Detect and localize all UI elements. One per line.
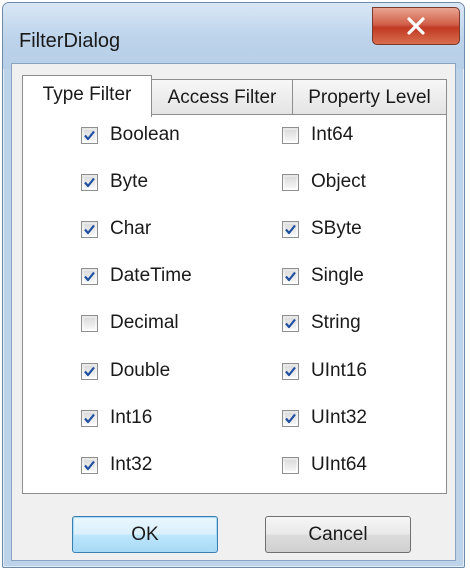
checkbox[interactable] bbox=[81, 409, 98, 427]
title-bar[interactable]: FilterDialog bbox=[3, 3, 464, 69]
checkbox-label: Char bbox=[110, 218, 152, 239]
checkbox[interactable] bbox=[81, 314, 98, 332]
checkbox[interactable] bbox=[282, 362, 299, 380]
tab-access-filter[interactable]: Access Filter bbox=[151, 79, 293, 115]
checkbox-row-sbyte[interactable]: SByte bbox=[282, 216, 362, 242]
tab-property-level[interactable]: Property Level bbox=[292, 79, 447, 115]
checkbox-label: String bbox=[311, 312, 361, 333]
checkbox-row-single[interactable]: Single bbox=[282, 263, 364, 289]
dialog-client-area: Type Filter Access Filter Property Level… bbox=[11, 63, 456, 561]
checkbox-row-int16[interactable]: Int16 bbox=[81, 405, 152, 431]
check-icon bbox=[84, 460, 95, 470]
checkbox[interactable] bbox=[81, 220, 98, 238]
checkbox-label: Decimal bbox=[110, 312, 179, 333]
checkbox-label: UInt64 bbox=[311, 454, 367, 475]
tab-strip: Type Filter Access Filter Property Level bbox=[22, 75, 447, 117]
checkbox-label: DateTime bbox=[110, 265, 192, 286]
checkbox-row-uint16[interactable]: UInt16 bbox=[282, 358, 367, 384]
checkbox-row-int32[interactable]: Int32 bbox=[81, 452, 152, 478]
checkbox-row-string[interactable]: String bbox=[282, 310, 361, 336]
cancel-button-label: Cancel bbox=[308, 523, 368, 545]
check-icon bbox=[285, 366, 296, 376]
checkbox-row-decimal[interactable]: Decimal bbox=[81, 310, 179, 336]
close-icon bbox=[406, 17, 426, 35]
check-icon bbox=[285, 271, 296, 281]
type-filter-panel: Boolean Byte Char DateTime Decimal Doubl… bbox=[22, 114, 447, 494]
checkbox[interactable] bbox=[282, 126, 299, 144]
checkbox-row-boolean[interactable]: Boolean bbox=[81, 122, 180, 148]
checkbox-label: Double bbox=[110, 360, 171, 381]
checkbox-row-int64[interactable]: Int64 bbox=[282, 122, 353, 148]
checkbox-label: Byte bbox=[110, 171, 149, 192]
checkbox-label: UInt32 bbox=[311, 407, 367, 428]
check-icon bbox=[84, 413, 95, 423]
tab-label: Property Level bbox=[308, 86, 431, 108]
check-icon bbox=[84, 130, 95, 140]
check-icon bbox=[84, 177, 95, 187]
checkbox-row-uint64[interactable]: UInt64 bbox=[282, 452, 367, 478]
checkbox-label: SByte bbox=[311, 218, 362, 239]
checkbox-row-datetime[interactable]: DateTime bbox=[81, 263, 192, 289]
checkbox[interactable] bbox=[81, 173, 98, 191]
check-icon bbox=[285, 413, 296, 423]
checkbox-row-double[interactable]: Double bbox=[81, 358, 170, 384]
close-button[interactable] bbox=[372, 7, 460, 45]
check-icon bbox=[285, 318, 296, 328]
checkbox[interactable] bbox=[81, 267, 98, 285]
checkbox-label: Int64 bbox=[311, 124, 354, 145]
checkbox[interactable] bbox=[282, 173, 299, 191]
checkbox[interactable] bbox=[282, 314, 299, 332]
checkbox-label: Boolean bbox=[110, 124, 180, 145]
checkbox-row-object[interactable]: Object bbox=[282, 169, 366, 195]
tab-label: Type Filter bbox=[42, 84, 132, 105]
checkbox-label: Single bbox=[311, 265, 364, 286]
checkbox[interactable] bbox=[81, 362, 98, 380]
checkbox[interactable] bbox=[282, 409, 299, 427]
tab-label: Access Filter bbox=[167, 86, 277, 108]
checkbox-label: Object bbox=[311, 171, 366, 192]
checkbox[interactable] bbox=[282, 267, 299, 285]
checkbox-row-uint32[interactable]: UInt32 bbox=[282, 405, 367, 431]
checkbox-label: Int16 bbox=[110, 407, 153, 428]
check-icon bbox=[84, 271, 95, 281]
dialog-window: FilterDialog Type Filter Access Filter P… bbox=[2, 2, 465, 568]
window-title: FilterDialog bbox=[19, 30, 121, 52]
checkbox[interactable] bbox=[81, 126, 98, 144]
cancel-button[interactable]: Cancel bbox=[265, 516, 411, 553]
ok-button-label: OK bbox=[131, 523, 159, 545]
ok-button[interactable]: OK bbox=[72, 516, 218, 553]
tab-type-filter[interactable]: Type Filter bbox=[22, 75, 152, 117]
check-icon bbox=[285, 224, 296, 234]
checkbox-row-byte[interactable]: Byte bbox=[81, 169, 148, 195]
checkbox[interactable] bbox=[282, 456, 299, 474]
checkbox[interactable] bbox=[81, 456, 98, 474]
check-icon bbox=[84, 224, 95, 234]
checkbox-label: Int32 bbox=[110, 454, 153, 475]
checkbox-label: UInt16 bbox=[311, 360, 367, 381]
checkbox[interactable] bbox=[282, 220, 299, 238]
checkbox-row-char[interactable]: Char bbox=[81, 216, 151, 242]
check-icon bbox=[84, 366, 95, 376]
